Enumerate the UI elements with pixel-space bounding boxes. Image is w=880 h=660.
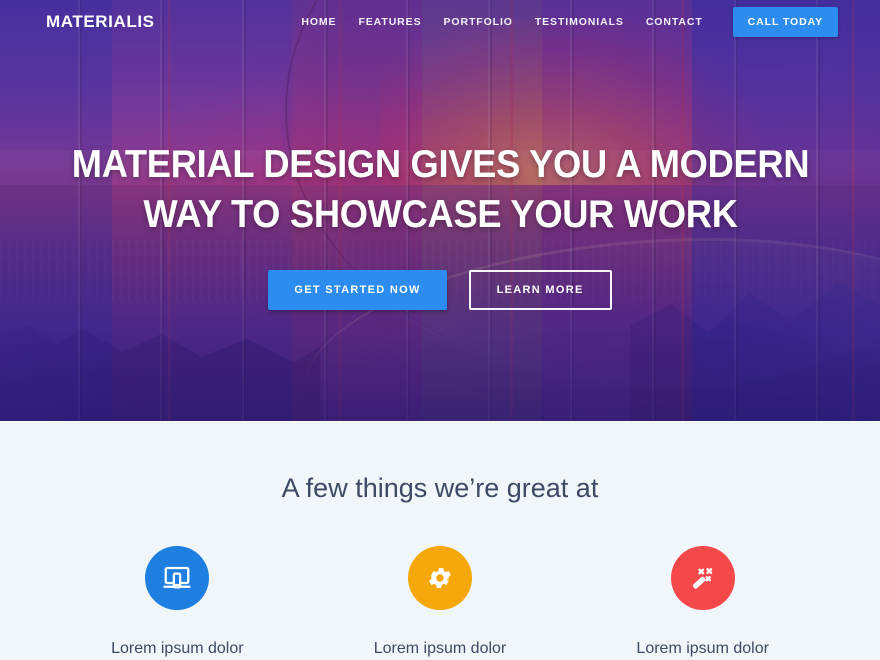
- devices-icon: [145, 546, 210, 610]
- nav-item-testimonials[interactable]: TESTIMONIALS: [535, 16, 624, 28]
- site-logo[interactable]: MATERIALIS: [46, 12, 155, 32]
- hero-section: MATERIALIS HOME FEATURES PORTFOLIO TESTI…: [0, 0, 880, 421]
- feature-card: Lorem ipsum dolor Lorem ipsum dolor sit …: [309, 546, 572, 660]
- feature-card-title: Lorem ipsum dolor: [373, 640, 507, 657]
- call-today-button[interactable]: CALL TODAY: [732, 7, 838, 37]
- learn-more-button[interactable]: LEARN MORE: [468, 269, 612, 310]
- feature-card: Lorem ipsum dolor Lorem ipsum dolor sit …: [571, 546, 834, 660]
- nav-links: HOME FEATURES PORTFOLIO TESTIMONIALS CON…: [301, 7, 838, 37]
- get-started-button[interactable]: GET STARTED NOW: [268, 269, 447, 310]
- hero-headline: MATERIAL DESIGN GIVES YOU A MODERN WAY T…: [71, 140, 809, 240]
- nav-item-features[interactable]: FEATURES: [358, 16, 421, 28]
- gear-icon: [408, 546, 472, 610]
- features-section: A few things we’re great at Lorem ipsum …: [0, 421, 880, 660]
- feature-card-title: Lorem ipsum dolor: [636, 640, 769, 657]
- feature-cards: Lorem ipsum dolor Lorem ipsum dolor sit …: [0, 546, 880, 660]
- hero-headline-line-2: WAY TO SHOWCASE YOUR WORK: [142, 192, 738, 236]
- features-heading: A few things we’re great at: [281, 473, 599, 503]
- magic-wand-icon: [670, 546, 735, 610]
- feature-card: Lorem ipsum dolor Lorem ipsum dolor sit …: [46, 546, 309, 660]
- hero-buttons: GET STARTED NOW LEARN MORE: [268, 269, 612, 310]
- hero-headline-line-1: MATERIAL DESIGN GIVES YOU A MODERN: [71, 143, 809, 186]
- hero-content: MATERIAL DESIGN GIVES YOU A MODERN WAY T…: [0, 0, 880, 421]
- nav-item-contact[interactable]: CONTACT: [646, 16, 703, 28]
- feature-card-title: Lorem ipsum dolor: [111, 640, 244, 657]
- nav-item-home[interactable]: HOME: [301, 16, 336, 28]
- nav-item-portfolio[interactable]: PORTFOLIO: [443, 16, 512, 28]
- top-navigation-bar: MATERIALIS HOME FEATURES PORTFOLIO TESTI…: [0, 0, 880, 44]
